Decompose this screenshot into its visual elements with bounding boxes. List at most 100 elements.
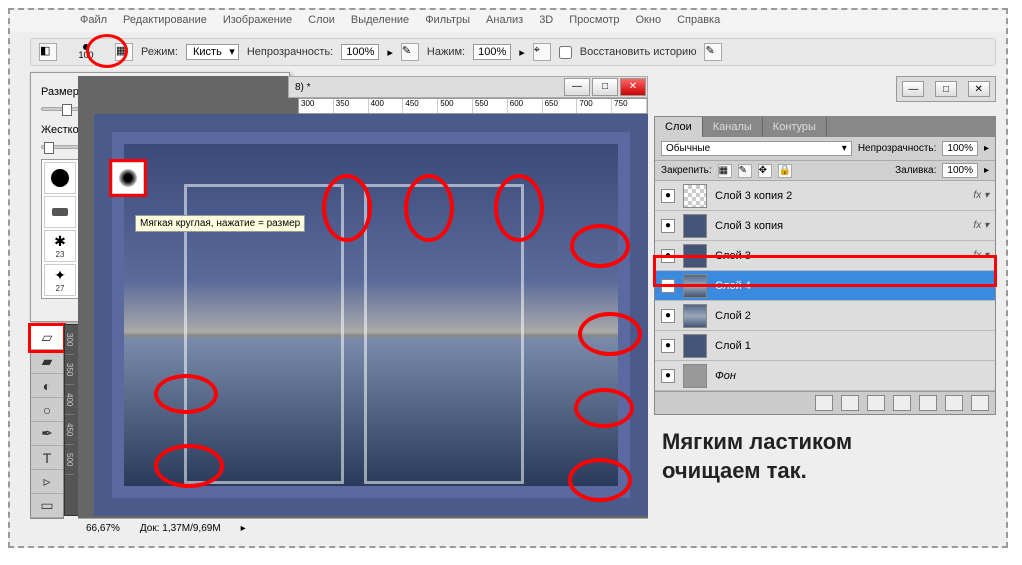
brush-preset[interactable]: ✱23 bbox=[44, 230, 76, 262]
annotation-oval bbox=[154, 444, 224, 488]
ruler-tick: 550 bbox=[473, 99, 508, 113]
palette-max-button[interactable]: □ bbox=[935, 81, 957, 97]
panel-tab[interactable]: Слои bbox=[655, 117, 703, 137]
opacity-input[interactable]: 100% bbox=[341, 44, 379, 60]
blend-mode-select[interactable]: Обычные bbox=[661, 141, 852, 156]
layer-fx-badge[interactable]: fx ▾ bbox=[973, 220, 989, 231]
visibility-icon[interactable]: ● bbox=[661, 309, 675, 323]
visibility-icon[interactable]: ● bbox=[661, 369, 675, 383]
shape-tool[interactable]: ▭ bbox=[31, 494, 63, 518]
annotation-oval bbox=[574, 388, 634, 428]
fill-label: Заливка: bbox=[895, 165, 936, 176]
annotation-layer4-rect bbox=[653, 255, 997, 287]
layer-name[interactable]: Слой 2 bbox=[715, 310, 751, 322]
pen-tool[interactable]: ✒ bbox=[31, 422, 63, 446]
flow-arrow-icon[interactable]: ▸ bbox=[519, 46, 525, 59]
zoom-readout[interactable]: 66,67% bbox=[86, 523, 120, 534]
brush-preset[interactable]: ✦27 bbox=[44, 264, 76, 296]
ruler-tick-v: 400 bbox=[65, 385, 74, 415]
menu-item[interactable]: Слои bbox=[308, 14, 335, 28]
delete-layer-icon[interactable] bbox=[971, 395, 989, 411]
mode-select[interactable]: Кисть bbox=[186, 44, 239, 60]
flow-input[interactable]: 100% bbox=[473, 44, 511, 60]
layer-row[interactable]: ● Слой 1 bbox=[655, 331, 995, 361]
layer-row[interactable]: ● Слой 3 копия 2 fx ▾ bbox=[655, 181, 995, 211]
visibility-icon[interactable]: ● bbox=[661, 189, 675, 203]
type-tool[interactable]: T bbox=[31, 446, 63, 470]
layer-row[interactable]: ● Слой 3 копия fx ▾ bbox=[655, 211, 995, 241]
path-tool[interactable]: ▹ bbox=[31, 470, 63, 494]
menubar: Файл Редактирование Изображение Слои Выделен… bbox=[10, 10, 1006, 32]
layer-fx-icon[interactable] bbox=[841, 395, 859, 411]
layer-name[interactable]: Фон bbox=[715, 370, 736, 382]
menu-item[interactable]: Файл bbox=[80, 14, 107, 28]
palette-close-button[interactable]: ✕ bbox=[968, 81, 990, 97]
panel-tab[interactable]: Контуры bbox=[763, 117, 827, 137]
menu-item[interactable]: Просмотр bbox=[569, 14, 619, 28]
layer-row[interactable]: ● Фон bbox=[655, 361, 995, 391]
layer-thumbnail bbox=[683, 214, 707, 238]
brush-preset[interactable] bbox=[112, 162, 144, 194]
layer-mask-icon[interactable] bbox=[867, 395, 885, 411]
layer-row[interactable]: ● Слой 2 bbox=[655, 301, 995, 331]
canvas[interactable] bbox=[94, 114, 648, 516]
panel-tab[interactable]: Каналы bbox=[703, 117, 763, 137]
pressure-size-icon[interactable]: ✎ bbox=[704, 43, 722, 61]
brush-preset[interactable] bbox=[44, 196, 76, 228]
menu-item[interactable]: 3D bbox=[539, 14, 553, 28]
fill-dropdown-icon[interactable]: ▸ bbox=[984, 165, 989, 176]
layer-group-icon[interactable] bbox=[919, 395, 937, 411]
document-titlebar[interactable]: 8) * — □ ✕ bbox=[288, 76, 648, 98]
menu-item[interactable]: Анализ bbox=[486, 14, 523, 28]
layer-opacity-input[interactable]: 100% bbox=[942, 141, 978, 156]
menu-item[interactable]: Фильтры bbox=[425, 14, 470, 28]
minimize-button[interactable]: — bbox=[564, 78, 590, 96]
ruler-tick: 300 bbox=[299, 99, 334, 113]
layer-name[interactable]: Слой 3 копия bbox=[715, 220, 783, 232]
lock-transparency-icon[interactable]: ▦ bbox=[718, 164, 732, 178]
link-layers-icon[interactable] bbox=[815, 395, 833, 411]
blur-tool[interactable]: ◐ bbox=[31, 374, 63, 398]
brush-tooltip: Мягкая круглая, нажатие = размер bbox=[135, 215, 305, 232]
menu-item[interactable]: Изображение bbox=[223, 14, 292, 28]
ruler-tick-v: 350 bbox=[65, 355, 74, 385]
document-title: 8) * bbox=[289, 82, 311, 93]
dodge-tool[interactable]: ○ bbox=[31, 398, 63, 422]
palette-min-button[interactable]: — bbox=[902, 81, 924, 97]
visibility-icon[interactable]: ● bbox=[661, 339, 675, 353]
fill-input[interactable]: 100% bbox=[942, 163, 978, 178]
options-bar: ◧ 100 ▦ Режим: Кисть Непрозрачность: 100… bbox=[30, 38, 996, 66]
eraser-tool[interactable]: ▱ bbox=[31, 326, 63, 350]
menu-item[interactable]: Окно bbox=[636, 14, 662, 28]
new-layer-icon[interactable] bbox=[945, 395, 963, 411]
layer-fx-badge[interactable]: fx ▾ bbox=[973, 190, 989, 201]
lock-position-icon[interactable]: ✥ bbox=[758, 164, 772, 178]
lock-all-icon[interactable]: 🔒 bbox=[778, 164, 792, 178]
visibility-icon[interactable]: ● bbox=[661, 219, 675, 233]
history-checkbox[interactable] bbox=[559, 46, 572, 59]
lock-pixels-icon[interactable]: ✎ bbox=[738, 164, 752, 178]
pressure-opacity-icon[interactable]: ✎ bbox=[401, 43, 419, 61]
menu-item[interactable]: Справка bbox=[677, 14, 720, 28]
annotation-oval bbox=[578, 312, 642, 356]
menu-item[interactable]: Редактирование bbox=[123, 14, 207, 28]
annotation-oval bbox=[154, 374, 218, 414]
layers-footer bbox=[655, 391, 995, 414]
layer-thumbnail bbox=[683, 304, 707, 328]
menu-item[interactable]: Выделение bbox=[351, 14, 409, 28]
adjustment-layer-icon[interactable] bbox=[893, 395, 911, 411]
eraser-tool-icon[interactable]: ◧ bbox=[39, 43, 57, 61]
ruler-tick: 400 bbox=[369, 99, 404, 113]
close-button[interactable]: ✕ bbox=[620, 78, 646, 96]
opacity-dropdown-icon[interactable]: ▸ bbox=[984, 143, 989, 154]
opacity-arrow-icon[interactable]: ▸ bbox=[387, 46, 393, 59]
layer-name[interactable]: Слой 3 копия 2 bbox=[715, 190, 792, 202]
maximize-button[interactable]: □ bbox=[592, 78, 618, 96]
annotation-brush-circle bbox=[86, 34, 128, 68]
gradient-tool[interactable]: ▰ bbox=[31, 350, 63, 374]
brush-preset[interactable] bbox=[44, 162, 76, 194]
status-arrow-icon[interactable]: ▸ bbox=[241, 523, 246, 534]
flow-label: Нажим: bbox=[427, 46, 465, 58]
airbrush-icon[interactable]: ⌖ bbox=[533, 43, 551, 61]
layer-name[interactable]: Слой 1 bbox=[715, 340, 751, 352]
